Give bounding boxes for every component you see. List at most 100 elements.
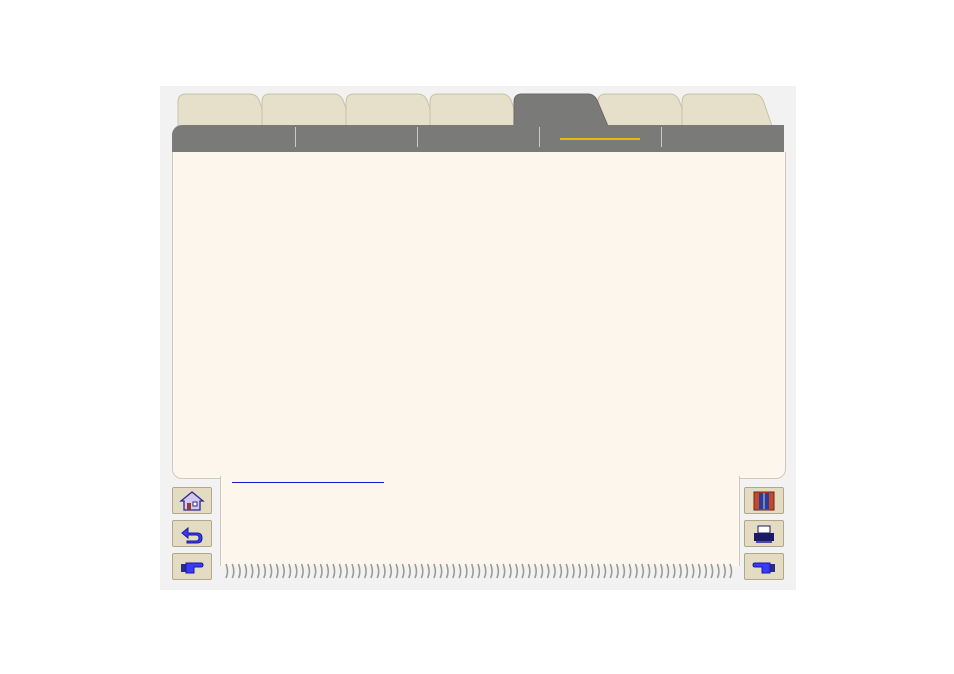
spiral-coil bbox=[477, 563, 481, 579]
spiral-coil bbox=[464, 563, 468, 579]
spiral-coil bbox=[722, 563, 726, 579]
spiral-coil bbox=[672, 563, 676, 579]
spiral-coil bbox=[729, 563, 733, 579]
spiral-coil bbox=[678, 563, 682, 579]
selected-underline bbox=[560, 138, 640, 140]
spiral-coil bbox=[716, 563, 720, 579]
spiral-coil bbox=[256, 563, 260, 579]
subnav-item-5[interactable] bbox=[662, 125, 784, 152]
spiral-binding bbox=[225, 563, 733, 579]
spiral-coil bbox=[225, 563, 229, 579]
book-index-icon bbox=[753, 491, 775, 510]
spiral-coil bbox=[326, 563, 330, 579]
subnav-item-4-selected[interactable] bbox=[540, 125, 662, 152]
spiral-coil bbox=[382, 563, 386, 579]
spiral-coil bbox=[275, 563, 279, 579]
back-button[interactable] bbox=[172, 520, 212, 547]
spiral-coil bbox=[376, 563, 380, 579]
spiral-coil bbox=[697, 563, 701, 579]
spiral-coil bbox=[458, 563, 462, 579]
spiral-coil bbox=[231, 563, 235, 579]
spiral-coil bbox=[571, 563, 575, 579]
spiral-coil bbox=[433, 563, 437, 579]
home-button[interactable] bbox=[172, 487, 212, 514]
spiral-coil bbox=[508, 563, 512, 579]
spiral-coil bbox=[344, 563, 348, 579]
spiral-coil bbox=[521, 563, 525, 579]
spiral-coil bbox=[313, 563, 317, 579]
spiral-coil bbox=[502, 563, 506, 579]
spiral-coil bbox=[559, 563, 563, 579]
spiral-coil bbox=[647, 563, 651, 579]
content-link[interactable] bbox=[232, 470, 384, 483]
spiral-coil bbox=[445, 563, 449, 579]
spiral-coil bbox=[483, 563, 487, 579]
spiral-coil bbox=[244, 563, 248, 579]
spiral-coil bbox=[552, 563, 556, 579]
spiral-coil bbox=[407, 563, 411, 579]
spiral-coil bbox=[363, 563, 367, 579]
spiral-coil bbox=[496, 563, 500, 579]
spiral-coil bbox=[452, 563, 456, 579]
spiral-coil bbox=[533, 563, 537, 579]
pointing-hand-right-icon bbox=[181, 562, 204, 573]
subnav-bar bbox=[172, 125, 784, 152]
spiral-coil bbox=[685, 563, 689, 579]
spiral-coil bbox=[319, 563, 323, 579]
spiral-coil bbox=[489, 563, 493, 579]
content-footer-panel bbox=[220, 476, 740, 566]
home-icon bbox=[179, 490, 205, 511]
previous-button[interactable] bbox=[744, 553, 784, 580]
spiral-coil bbox=[634, 563, 638, 579]
print-button[interactable] bbox=[744, 520, 784, 547]
spiral-coil bbox=[426, 563, 430, 579]
spiral-coil bbox=[584, 563, 588, 579]
subnav-item-1[interactable] bbox=[172, 125, 296, 152]
spiral-coil bbox=[590, 563, 594, 579]
spiral-coil bbox=[338, 563, 342, 579]
spiral-coil bbox=[691, 563, 695, 579]
spiral-coil bbox=[370, 563, 374, 579]
spiral-coil bbox=[540, 563, 544, 579]
spiral-coil bbox=[546, 563, 550, 579]
spiral-coil bbox=[704, 563, 708, 579]
spiral-coil bbox=[420, 563, 424, 579]
spiral-coil bbox=[395, 563, 399, 579]
spiral-coil bbox=[237, 563, 241, 579]
content-panel bbox=[172, 152, 786, 479]
spiral-coil bbox=[414, 563, 418, 579]
spiral-coil bbox=[281, 563, 285, 579]
spiral-coil bbox=[659, 563, 663, 579]
spiral-coil bbox=[615, 563, 619, 579]
spiral-coil bbox=[439, 563, 443, 579]
spiral-coil bbox=[653, 563, 657, 579]
spiral-coil bbox=[389, 563, 393, 579]
printer-icon bbox=[754, 525, 774, 543]
back-arrow-icon bbox=[181, 526, 203, 543]
spiral-coil bbox=[515, 563, 519, 579]
spiral-coil bbox=[628, 563, 632, 579]
subnav-item-3[interactable] bbox=[418, 125, 540, 152]
spiral-coil bbox=[527, 563, 531, 579]
index-button[interactable] bbox=[744, 487, 784, 514]
spiral-coil bbox=[641, 563, 645, 579]
spiral-coil bbox=[351, 563, 355, 579]
spiral-coil bbox=[250, 563, 254, 579]
spiral-coil bbox=[622, 563, 626, 579]
spiral-coil bbox=[288, 563, 292, 579]
spiral-coil bbox=[578, 563, 582, 579]
spiral-coil bbox=[357, 563, 361, 579]
spiral-coil bbox=[294, 563, 298, 579]
spiral-coil bbox=[710, 563, 714, 579]
spiral-coil bbox=[666, 563, 670, 579]
spiral-coil bbox=[307, 563, 311, 579]
spiral-coil bbox=[470, 563, 474, 579]
next-button[interactable] bbox=[172, 553, 212, 580]
spiral-coil bbox=[565, 563, 569, 579]
spiral-coil bbox=[596, 563, 600, 579]
pointing-hand-left-icon bbox=[752, 562, 775, 573]
spiral-coil bbox=[401, 563, 405, 579]
subnav-item-2[interactable] bbox=[296, 125, 418, 152]
spiral-coil bbox=[300, 563, 304, 579]
spiral-coil bbox=[609, 563, 613, 579]
